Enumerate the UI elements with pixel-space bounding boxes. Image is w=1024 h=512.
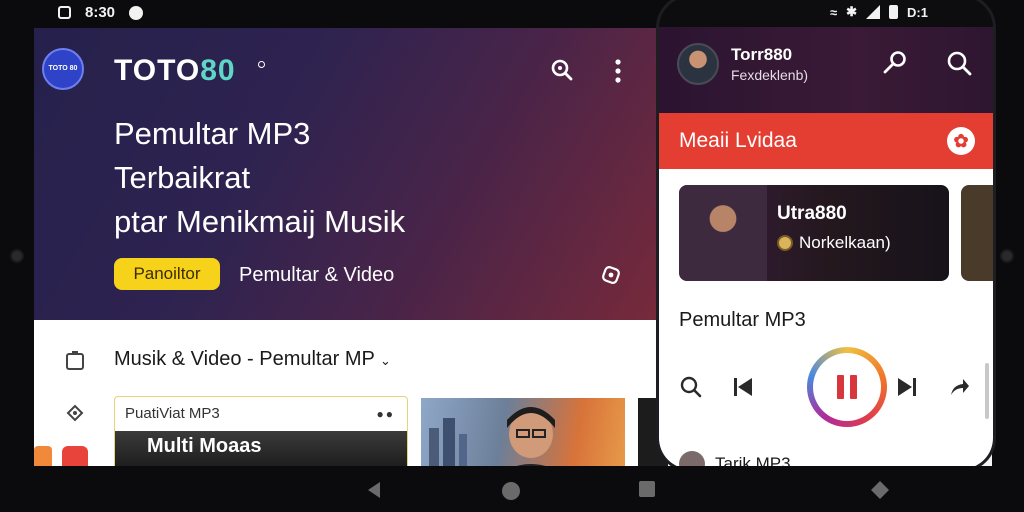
wifi-icon: ≈ — [830, 4, 838, 20]
now-playing-artwork — [679, 185, 767, 281]
hero-cta-button[interactable]: Panoiltor — [114, 258, 220, 290]
content-section: Musik & Video - Pemultar MP ⌄ PuatiViat … — [34, 320, 674, 476]
skip-previous-icon[interactable] — [731, 375, 755, 399]
sync-icon — [129, 5, 144, 20]
notification-icon — [58, 6, 71, 19]
brand-dot-icon — [258, 61, 265, 68]
status-bar-left: 8:30 — [58, 4, 144, 21]
brand-accent: 80 — [200, 54, 236, 87]
hero-cta-label: Panoiltor — [133, 264, 201, 283]
phone-mockup: Torr880 Fexdeklenb) Meaii Lvidaa ✿ Utra8… — [656, 0, 996, 472]
player-title: Pemultar MP3 — [679, 309, 806, 331]
phone-banner-title: Meaii Lvidaa — [679, 129, 797, 152]
app-logo-text: TOTO 80 — [48, 65, 78, 72]
home-icon[interactable] — [500, 480, 522, 502]
brand-title: TOTO80 — [114, 54, 236, 88]
hero-title-line-1: Pemultar MP3 — [114, 116, 311, 151]
next-card-partial[interactable] — [961, 185, 993, 281]
bluetooth-icon: ✱ — [846, 4, 858, 19]
key-icon[interactable] — [881, 49, 909, 77]
section-title-text: Musik & Video - Pemultar MP — [114, 348, 375, 370]
side-sensor-left — [10, 249, 24, 263]
library-icon[interactable] — [64, 350, 86, 372]
app-logo[interactable]: TOTO 80 — [42, 48, 84, 90]
assistant-icon[interactable] — [870, 480, 890, 500]
media-card-label: PuatiViat MP3 — [125, 405, 220, 422]
now-playing-card[interactable]: Utra880 Norkelkaan) — [679, 185, 949, 281]
media-card[interactable]: PuatiViat MP3 ●● Multi Moaas — [114, 396, 408, 476]
scrollbar[interactable] — [985, 363, 989, 419]
now-playing-card-title: Utra880 — [777, 203, 847, 224]
media-card-title: Multi Moaas — [147, 435, 262, 457]
settings-icon[interactable] — [600, 264, 622, 286]
now-playing-card-subtitle: Norkelkaan) — [777, 233, 891, 253]
status-time: 8:30 — [85, 4, 116, 21]
chevron-down-icon: ⌄ — [380, 353, 391, 368]
explore-icon[interactable] — [64, 402, 86, 424]
search-icon[interactable] — [550, 58, 574, 82]
hero-cta-subtitle[interactable]: Pemultar & Video — [239, 264, 394, 287]
phone-user-name: Torr880 — [731, 45, 793, 64]
phone-header: Torr880 Fexdeklenb) — [659, 27, 993, 113]
search-icon[interactable] — [945, 49, 973, 77]
player-controls — [679, 347, 979, 433]
side-sensor-right — [1000, 249, 1014, 263]
category-chip-orange[interactable] — [34, 446, 52, 466]
search-icon[interactable] — [679, 375, 703, 399]
battery-text: D:1 — [907, 4, 928, 20]
video-thumbnail-image — [429, 407, 567, 476]
avatar[interactable] — [677, 43, 719, 85]
brand-primary: TOTO — [114, 54, 201, 87]
record-icon — [777, 235, 793, 251]
hero-banner: TOTO 80 TOTO80 Pemultar MP3 Terbaikrat p… — [34, 28, 674, 320]
now-playing-card-subtitle-text: Norkelkaan) — [799, 233, 891, 252]
category-chip-red[interactable] — [62, 446, 88, 466]
media-card-menu-icon[interactable]: ●● — [377, 407, 396, 421]
skip-next-icon[interactable] — [895, 375, 919, 399]
hero-title-line-2: Terbaikrat — [114, 160, 251, 195]
back-icon[interactable] — [366, 480, 382, 500]
more-vert-icon[interactable] — [610, 58, 626, 84]
share-icon[interactable] — [947, 375, 971, 399]
pause-button[interactable] — [807, 347, 887, 427]
status-bar-right: ≈ ✱ D:1 — [830, 4, 928, 20]
video-thumbnail[interactable] — [421, 398, 625, 476]
signal-icon — [866, 5, 881, 19]
phone-content: Utra880 Norkelkaan) Pemultar MP3 Tarik M… — [659, 169, 993, 469]
pause-icon — [813, 353, 881, 421]
phone-user-subtitle: Fexdeklenb) — [731, 67, 809, 83]
hero-title-line-3: ptar Menikmaij Musik — [114, 204, 406, 239]
recents-icon[interactable] — [638, 480, 656, 498]
section-title[interactable]: Musik & Video - Pemultar MP ⌄ — [114, 348, 391, 371]
phone-banner: Meaii Lvidaa ✿ — [659, 113, 993, 169]
device-screen: 8:30 TOTO 80 TOTO80 Pemultar MP3 Terbaik… — [0, 0, 1024, 512]
flower-icon[interactable]: ✿ — [947, 127, 975, 155]
battery-icon — [889, 5, 899, 19]
hero-headline: Pemultar MP3 Terbaikrat ptar Menikmaij M… — [114, 112, 614, 244]
